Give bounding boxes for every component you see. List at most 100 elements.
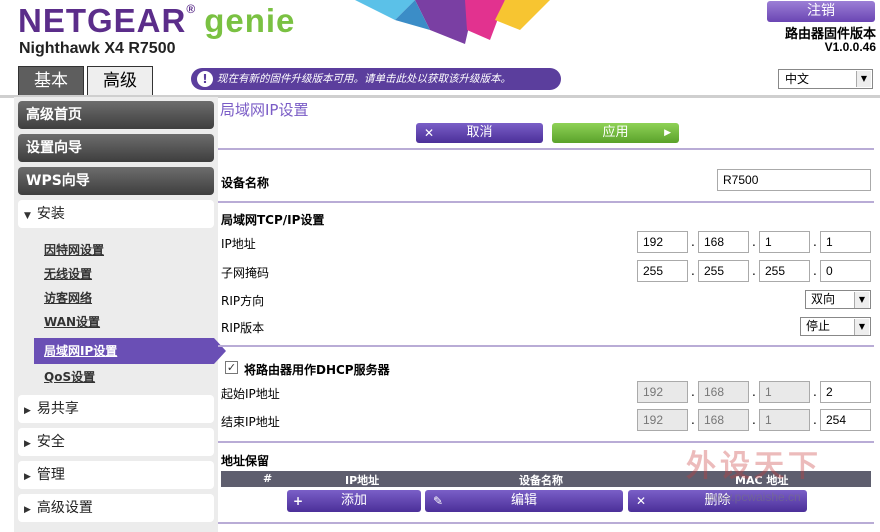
rip-version-value: 停止	[806, 319, 831, 333]
sidebar-item-setup-wizard[interactable]: 设置向导	[18, 134, 214, 162]
pencil-icon: ✎	[433, 494, 444, 508]
column-header-device-name: 设备名称	[519, 474, 563, 487]
end-ip-octet-4[interactable]: 254	[820, 409, 871, 431]
close-icon: ✕	[424, 126, 435, 140]
sidebar-section-security[interactable]: ▶ 安全	[18, 428, 214, 456]
divider	[218, 201, 874, 203]
mask-octet-2[interactable]: 255	[698, 260, 749, 282]
sidebar: 高级首页 设置向导 WPS向导 ▼ 安装 因特网设置 无线设置 访客网络 WAN设…	[14, 97, 226, 532]
octet-separator: .	[813, 264, 817, 278]
start-ip-octet-4[interactable]: 2	[820, 381, 871, 403]
dhcp-server-label: 将路由器用作DHCP服务器	[244, 363, 390, 377]
octet-separator: .	[691, 385, 695, 399]
chevron-down-icon: ▼	[854, 292, 869, 308]
chevron-right-icon: ▶	[24, 406, 31, 416]
start-ip-octet-1: 192	[637, 381, 688, 403]
sidebar-item-wan-setup[interactable]: WAN设置	[44, 313, 100, 330]
column-header-index: #	[263, 472, 273, 485]
divider	[218, 522, 874, 524]
rip-direction-select[interactable]: 双向 ▼	[805, 290, 871, 309]
sidebar-item-wps-wizard[interactable]: WPS向导	[18, 167, 214, 195]
mask-octet-4[interactable]: 0	[820, 260, 871, 282]
close-icon: ✕	[636, 494, 647, 508]
sidebar-section-label: 安全	[36, 434, 65, 450]
plus-icon: +	[293, 494, 304, 508]
sidebar-section-label: 易共享	[36, 401, 79, 417]
end-ip-octet-2: 168	[698, 409, 749, 431]
octet-separator: .	[691, 235, 695, 249]
sidebar-section-administration[interactable]: ▶ 管理	[18, 461, 214, 489]
ip-octet-4[interactable]: 1	[820, 231, 871, 253]
sidebar-item-advanced-home[interactable]: 高级首页	[18, 101, 214, 129]
divider	[218, 148, 874, 150]
apply-button[interactable]: 应用 ▶	[552, 123, 679, 143]
end-ip-octet-3: 1	[759, 409, 810, 431]
sidebar-item-internet-setup[interactable]: 因特网设置	[44, 241, 104, 258]
mask-octet-3[interactable]: 255	[759, 260, 810, 282]
address-reservation-heading: 地址保留	[221, 454, 270, 468]
apply-label: 应用	[602, 125, 629, 140]
sidebar-section-label: 高级设置	[36, 500, 93, 516]
language-value: 中文	[785, 72, 810, 86]
chevron-right-icon: ▶	[24, 505, 31, 515]
chevron-right-icon: ▶	[24, 439, 31, 449]
chevron-down-icon: ▼	[856, 71, 871, 87]
edit-button[interactable]: ✎ 编辑	[425, 490, 623, 512]
octet-separator: .	[752, 385, 756, 399]
site-watermark: 外设天下	[686, 449, 822, 484]
arrow-right-icon: ▶	[664, 128, 671, 138]
netgear-logo: NETGEAR® genie	[18, 2, 295, 40]
column-header-ip: IP地址	[345, 474, 380, 487]
rip-direction-value: 双向	[811, 292, 836, 306]
chevron-down-icon: ▼	[24, 211, 31, 221]
language-select[interactable]: 中文 ▼	[778, 69, 873, 89]
sidebar-section-setup[interactable]: ▼ 安装	[18, 200, 214, 228]
rip-direction-label: RIP方向	[221, 294, 265, 308]
divider	[218, 345, 874, 347]
chevron-down-icon: ▼	[854, 319, 869, 335]
tcpip-heading: 局域网TCP/IP设置	[221, 213, 325, 227]
firmware-version: V1.0.0.46	[824, 40, 876, 54]
cancel-button[interactable]: ✕ 取消	[416, 123, 543, 143]
mask-octet-1[interactable]: 255	[637, 260, 688, 282]
rip-version-select[interactable]: 停止 ▼	[800, 317, 871, 336]
octet-separator: .	[691, 264, 695, 278]
page-title: 局域网IP设置	[220, 101, 309, 119]
start-ip-octet-3: 1	[759, 381, 810, 403]
logout-button[interactable]: 注销	[767, 1, 875, 22]
ip-address-label: IP地址	[221, 237, 256, 251]
genie-logo-text: genie	[204, 2, 296, 39]
octet-separator: .	[691, 413, 695, 427]
device-name-input[interactable]: R7500	[717, 169, 871, 191]
site-watermark-url: www.pcwaishe.cn	[706, 490, 801, 504]
tab-advanced[interactable]: 高级	[87, 66, 153, 96]
start-ip-octet-2: 168	[698, 381, 749, 403]
sidebar-section-readyshare[interactable]: ▶ 易共享	[18, 395, 214, 423]
sidebar-item-qos-setup[interactable]: QoS设置	[44, 368, 95, 385]
end-ip-label: 结束IP地址	[221, 415, 280, 429]
sidebar-section-advanced-setup[interactable]: ▶ 高级设置	[18, 494, 214, 522]
dhcp-server-checkbox[interactable]: ✓	[225, 361, 238, 374]
add-label: 添加	[340, 493, 367, 508]
sidebar-section-label: 安装	[36, 206, 65, 222]
ip-octet-1[interactable]: 192	[637, 231, 688, 253]
sidebar-item-lan-setup[interactable]: 局域网IP设置	[34, 338, 226, 364]
sidebar-item-guest-network[interactable]: 访客网络	[44, 289, 92, 306]
router-model: Nighthawk X4 R7500	[19, 40, 176, 57]
octet-separator: .	[752, 413, 756, 427]
device-name-label: 设备名称	[221, 176, 270, 190]
ip-octet-3[interactable]: 1	[759, 231, 810, 253]
octet-separator: .	[813, 235, 817, 249]
octet-separator: .	[813, 413, 817, 427]
tab-basic[interactable]: 基本	[18, 66, 84, 96]
firmware-update-notice-link[interactable]: ! 现在有新的固件升级版本可用。请单击此处以获取该升级版本。	[191, 68, 561, 90]
octet-separator: .	[752, 235, 756, 249]
ip-octet-2[interactable]: 168	[698, 231, 749, 253]
add-button[interactable]: + 添加	[287, 490, 421, 512]
brand-name: NETGEAR	[18, 2, 187, 39]
decorative-banner-graphic	[355, 0, 550, 44]
end-ip-octet-1: 192	[637, 409, 688, 431]
subnet-mask-label: 子网掩码	[221, 266, 270, 280]
sidebar-item-wireless-setup[interactable]: 无线设置	[44, 265, 92, 282]
cancel-label: 取消	[466, 125, 493, 140]
